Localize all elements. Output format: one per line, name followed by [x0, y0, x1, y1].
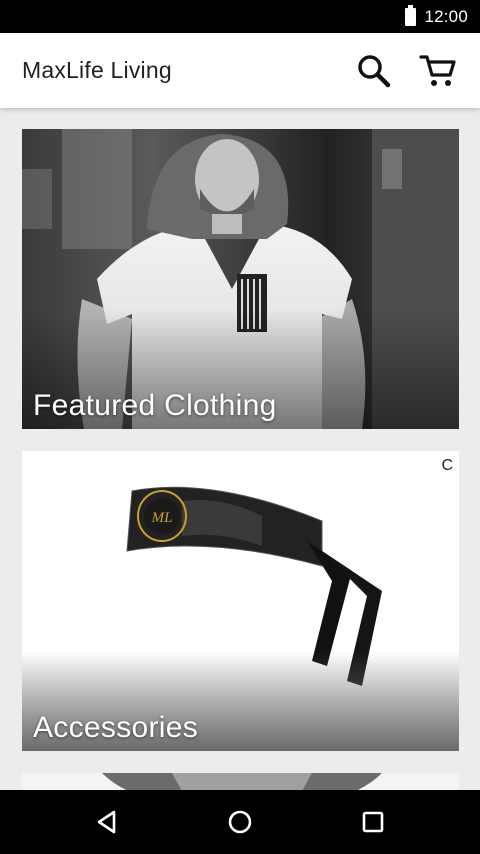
category-label: Accessories — [33, 711, 199, 744]
svg-text:ML: ML — [151, 510, 173, 526]
category-image — [102, 773, 382, 790]
status-bar: 12:00 — [0, 0, 480, 33]
app-bar: MaxLife Living — [0, 33, 480, 108]
home-icon[interactable] — [216, 798, 264, 846]
category-card-partial[interactable] — [22, 773, 459, 790]
category-list[interactable]: Featured Clothing ML C Accessories — [0, 108, 480, 790]
status-time: 12:00 — [424, 6, 468, 26]
search-icon[interactable] — [352, 49, 396, 93]
back-icon[interactable] — [83, 798, 131, 846]
recents-icon[interactable] — [349, 798, 397, 846]
category-card-featured-clothing[interactable]: Featured Clothing — [22, 129, 459, 429]
category-card-accessories[interactable]: ML C Accessories — [22, 451, 459, 751]
battery-icon — [405, 4, 417, 26]
app-title: MaxLife Living — [22, 57, 172, 83]
featured-clothing-image — [22, 129, 459, 429]
category-label: Featured Clothing — [33, 389, 277, 422]
cart-icon[interactable] — [416, 49, 460, 93]
system-nav-bar — [0, 790, 480, 854]
card-badge: C — [441, 457, 453, 474]
